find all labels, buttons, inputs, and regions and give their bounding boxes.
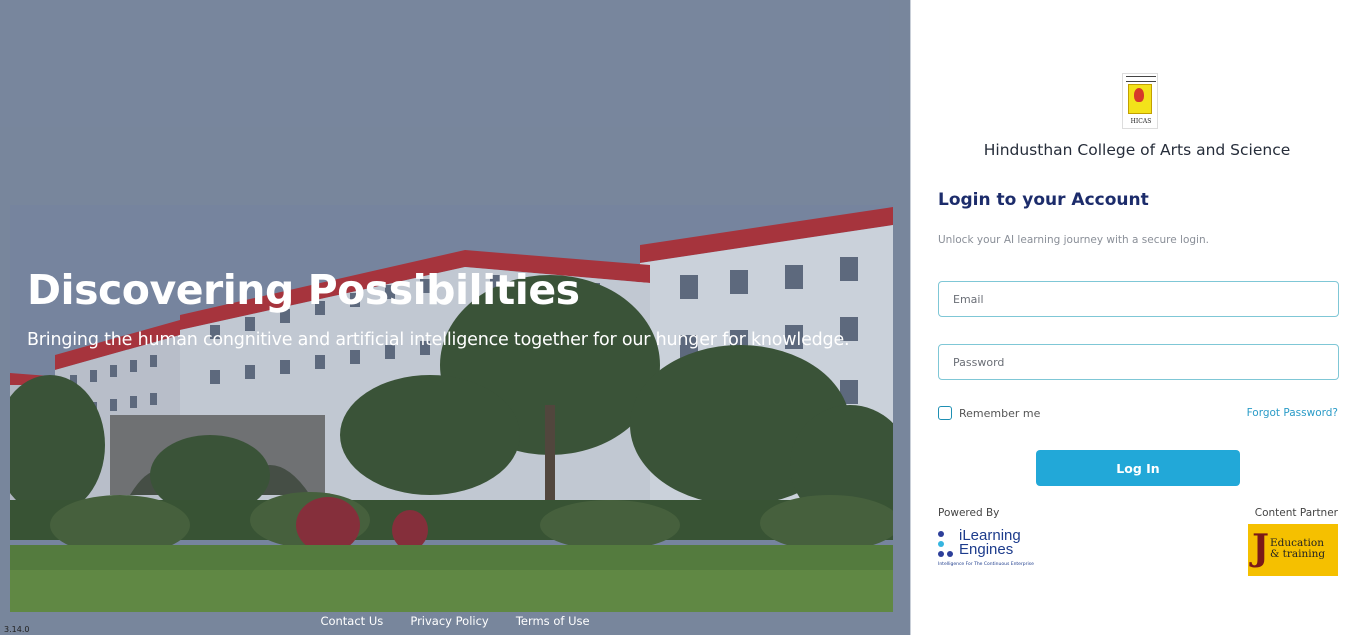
footer-links: Contact Us Privacy Policy Terms of Use bbox=[0, 610, 910, 629]
education-training-logo: J Education & training bbox=[1248, 524, 1338, 576]
forgot-password-link[interactable]: Forgot Password? bbox=[1247, 407, 1338, 419]
login-title: Login to your Account bbox=[938, 190, 1149, 210]
hero-subtitle: Bringing the human congnitive and artifi… bbox=[27, 330, 850, 350]
education-training-line2: & training bbox=[1270, 548, 1326, 560]
powered-by-label: Powered By bbox=[938, 507, 1000, 519]
college-logo-icon: HICAS bbox=[1122, 73, 1158, 129]
remember-me-option[interactable]: Remember me bbox=[938, 406, 1040, 420]
login-subtitle: Unlock your AI learning journey with a s… bbox=[938, 234, 1209, 246]
ilearning-dots-icon bbox=[938, 531, 954, 557]
terms-of-use-link[interactable]: Terms of Use bbox=[516, 614, 590, 628]
login-panel: HICAS Hindusthan College of Arts and Sci… bbox=[910, 0, 1362, 635]
privacy-policy-link[interactable]: Privacy Policy bbox=[410, 614, 488, 628]
hero-title: Discovering Possibilities bbox=[27, 266, 580, 314]
logo-flame bbox=[1134, 88, 1144, 102]
password-field[interactable] bbox=[938, 344, 1339, 380]
education-training-name: Education & training bbox=[1270, 538, 1325, 560]
login-button[interactable]: Log In bbox=[1036, 450, 1240, 486]
email-field[interactable] bbox=[938, 281, 1339, 317]
education-training-mark-icon: J bbox=[1252, 527, 1270, 569]
content-partner-label: Content Partner bbox=[1254, 507, 1338, 519]
ilearning-name-line2: Engines bbox=[959, 541, 1014, 558]
ilearning-name: iLearning Engines bbox=[959, 528, 1021, 558]
remember-me-label: Remember me bbox=[959, 406, 1041, 420]
logo-text: HICAS bbox=[1130, 118, 1152, 125]
college-name: Hindusthan College of Arts and Science bbox=[983, 141, 1291, 159]
hero-overlay bbox=[0, 0, 910, 635]
version-label: 3.14.0 bbox=[4, 625, 30, 634]
hero-panel: Discovering Possibilities Bringing the h… bbox=[0, 0, 910, 635]
ilearning-engines-logo: iLearning Engines Intelligence For The C… bbox=[938, 528, 1038, 570]
checkbox-icon[interactable] bbox=[938, 406, 952, 420]
contact-us-link[interactable]: Contact Us bbox=[320, 614, 383, 628]
ilearning-tagline: Intelligence For The Continuous Enterpri… bbox=[938, 562, 1034, 567]
logo-header-lines bbox=[1126, 76, 1156, 82]
